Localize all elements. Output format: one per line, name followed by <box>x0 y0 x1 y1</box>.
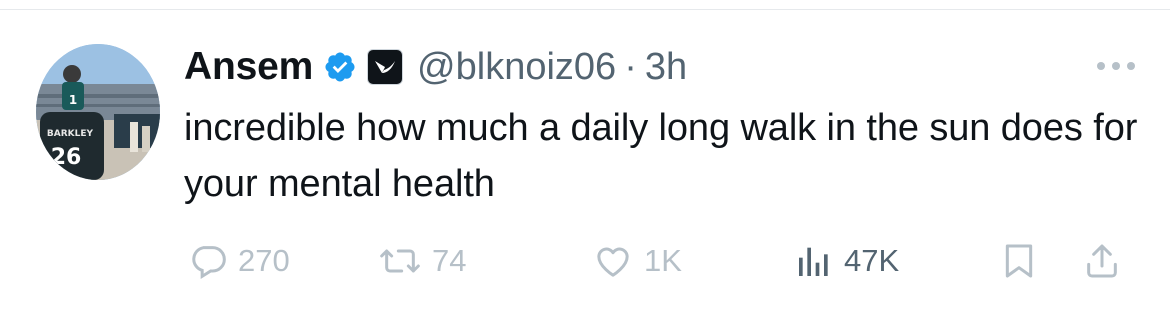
share-icon <box>1082 241 1122 281</box>
avatar-small-number: 1 <box>69 93 77 107</box>
bookmark-icon <box>1002 241 1036 281</box>
avatar-photo: 1 BARKLEY 26 <box>36 44 160 180</box>
tweet-text: incredible how much a daily long walk in… <box>184 107 1138 205</box>
views-count: 47K <box>844 243 900 278</box>
like-button[interactable]: 1K <box>592 236 682 286</box>
reply-bubble-icon <box>188 241 228 281</box>
reply-button[interactable]: 270 <box>188 236 290 286</box>
display-name[interactable]: Ansem <box>184 45 313 89</box>
action-bar: 270 74 1K 47K <box>184 236 1144 286</box>
timestamp[interactable]: 3h <box>645 46 687 89</box>
affiliate-logo-icon[interactable] <box>367 49 404 85</box>
separator-dot: · <box>624 45 637 88</box>
retweet-button[interactable]: 74 <box>378 236 466 286</box>
views-chart-icon <box>794 241 834 281</box>
heart-icon <box>592 241 634 281</box>
views-button[interactable]: 47K <box>794 236 899 286</box>
avatar-name-text: BARKLEY <box>47 129 94 139</box>
avatar[interactable]: 1 BARKLEY 26 <box>36 44 160 180</box>
bookmark-button[interactable] <box>1002 236 1036 286</box>
retweet-count: 74 <box>432 243 467 278</box>
retweet-icon <box>378 241 422 281</box>
user-handle[interactable]: @blknoiz06 <box>417 46 616 89</box>
reply-count: 270 <box>238 243 290 278</box>
top-divider <box>0 9 1170 10</box>
like-count: 1K <box>644 243 682 278</box>
more-options-icon[interactable] <box>1093 58 1139 74</box>
share-button[interactable] <box>1082 236 1122 286</box>
avatar-jersey-number: 26 <box>51 145 82 170</box>
tweet-header: Ansem @blknoiz06 · 3h <box>184 44 687 90</box>
verified-check-icon <box>323 50 357 84</box>
